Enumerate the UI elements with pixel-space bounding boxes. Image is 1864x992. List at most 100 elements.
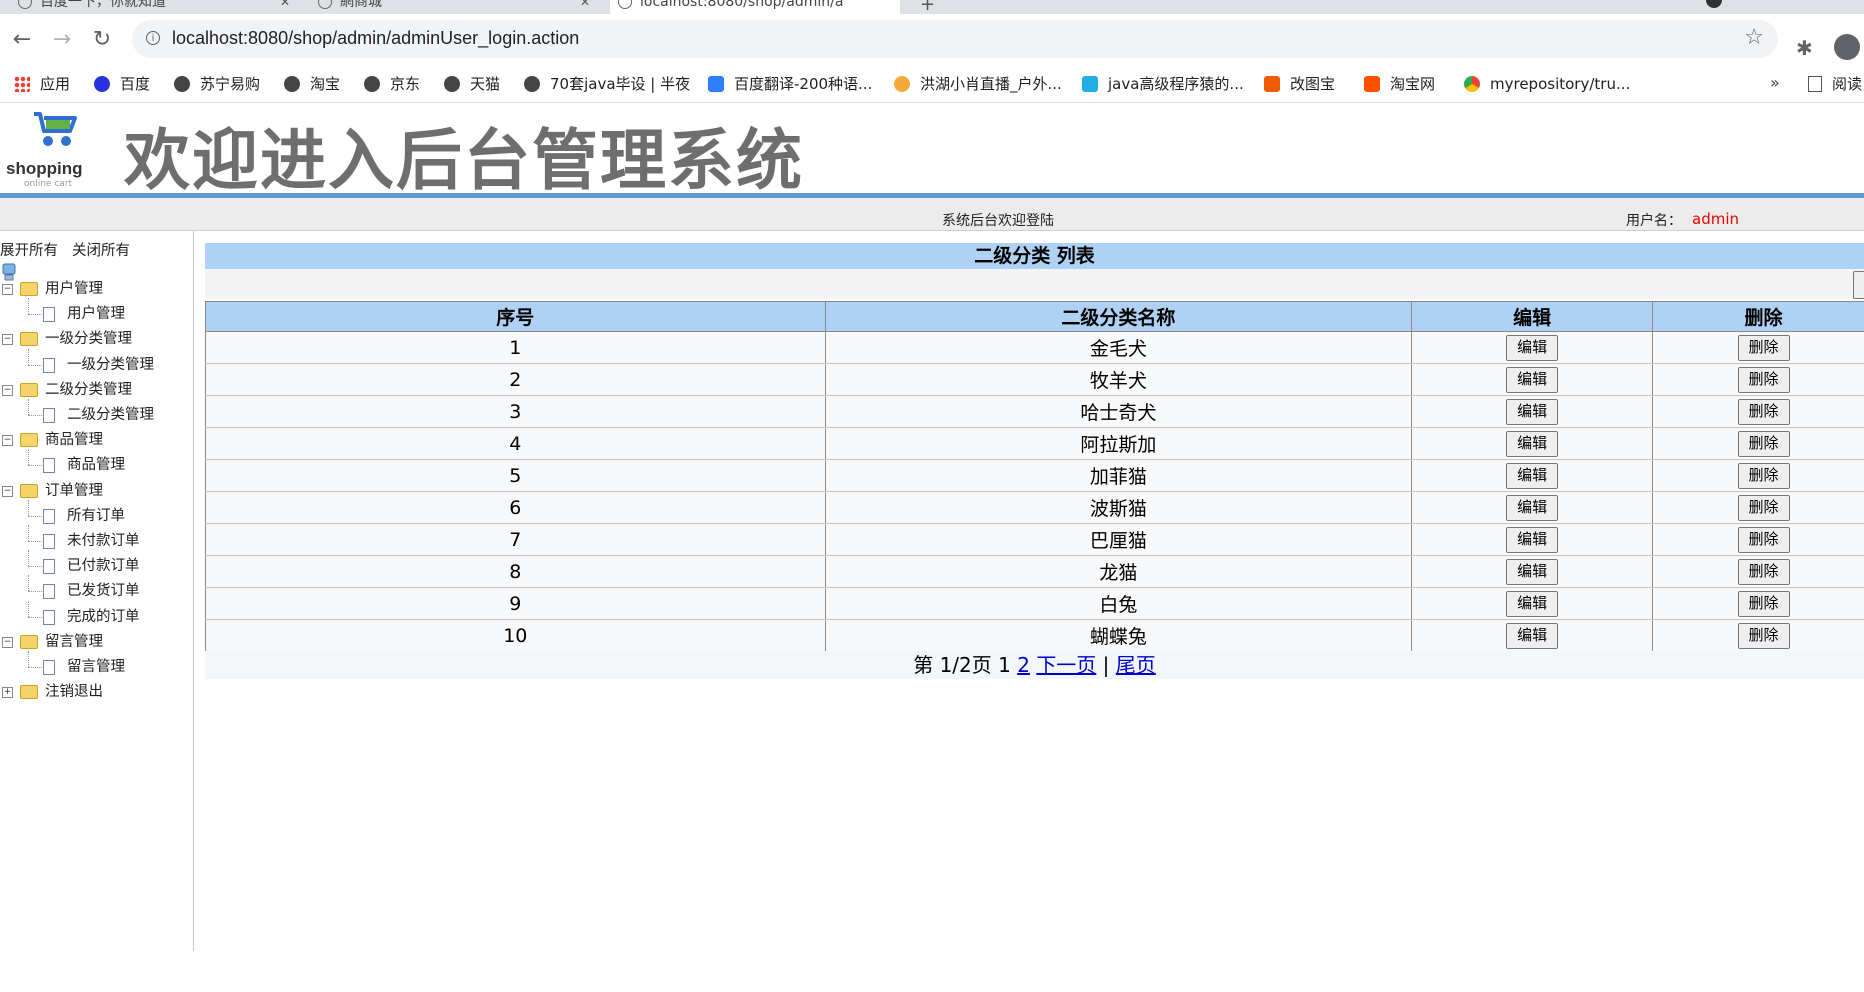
collapse-node-icon[interactable]: − bbox=[2, 384, 13, 396]
bookmark-bilibili[interactable]: java高级程序猿的... bbox=[1082, 66, 1244, 102]
page-info: 第 1/2页 bbox=[913, 653, 992, 677]
delete-button[interactable]: 删除 bbox=[1737, 366, 1790, 393]
bookmark-apps[interactable]: 应用 bbox=[14, 66, 70, 102]
bookmark-label: 洪湖小肖直播_户外... bbox=[920, 75, 1062, 93]
bookmark-java-projects[interactable]: 70套java毕设 | 半夜 bbox=[524, 66, 690, 102]
last-page-link[interactable]: 尾页 bbox=[1116, 653, 1156, 677]
bookmark-jd[interactable]: 京东 bbox=[364, 66, 420, 102]
folder-icon bbox=[20, 282, 38, 296]
add-button[interactable] bbox=[1853, 271, 1864, 299]
table-row: 10 蝴蝶兔 编辑 删除 bbox=[205, 619, 1864, 652]
url-text[interactable]: localhost:8080/shop/admin/adminUser_logi… bbox=[172, 28, 579, 49]
edit-button[interactable]: 编辑 bbox=[1506, 398, 1559, 425]
tree-leaf-label: 用户管理 bbox=[67, 306, 125, 323]
edit-button[interactable]: 编辑 bbox=[1506, 462, 1559, 489]
tree-node[interactable]: + 注销退出 bbox=[0, 682, 190, 702]
collapse-all-link[interactable]: 关闭所有 bbox=[72, 243, 130, 259]
bookmark-taobao-net[interactable]: 淘宝网 bbox=[1364, 66, 1435, 102]
tree-node[interactable]: − 商品管理 bbox=[0, 430, 190, 450]
bookmark-taobao[interactable]: 淘宝 bbox=[284, 66, 340, 102]
next-page-link[interactable]: 下一页 bbox=[1036, 653, 1096, 677]
extensions-puzzle-icon[interactable]: ✱ bbox=[1796, 36, 1813, 60]
browser-tab[interactable]: 百度一下，你就知道 ✕ bbox=[10, 0, 300, 14]
bookmark-star-icon[interactable]: ☆ bbox=[1744, 25, 1764, 50]
close-tab-icon[interactable]: ✕ bbox=[580, 0, 590, 14]
reading-list-button[interactable]: 阅读 bbox=[1808, 66, 1862, 102]
collapse-node-icon[interactable]: − bbox=[2, 435, 13, 447]
edit-button[interactable]: 编辑 bbox=[1506, 558, 1559, 585]
tree-leaf[interactable]: 一级分类管理 bbox=[0, 348, 190, 375]
pagination: 第 1/2页 1 2 下一页 | 尾页 bbox=[205, 651, 1864, 679]
more-bookmarks-chevron-icon[interactable]: » bbox=[1770, 66, 1780, 100]
bookmark-label: myrepository/tru... bbox=[1490, 75, 1631, 93]
tree-leaf[interactable]: 用户管理 bbox=[0, 298, 190, 324]
close-tab-icon[interactable]: ✕ bbox=[280, 0, 290, 14]
delete-button[interactable]: 删除 bbox=[1737, 334, 1790, 361]
tree-leaf[interactable]: 所有订单 bbox=[0, 499, 190, 526]
edit-button[interactable]: 编辑 bbox=[1506, 430, 1559, 457]
forward-arrow-icon[interactable]: → bbox=[48, 26, 76, 54]
delete-button[interactable]: 删除 bbox=[1737, 526, 1790, 553]
edit-button[interactable]: 编辑 bbox=[1506, 366, 1559, 393]
globe-favicon-icon bbox=[318, 0, 332, 9]
expand-all-link[interactable]: 展开所有 bbox=[0, 243, 58, 259]
tree-node[interactable]: − 订单管理 bbox=[0, 481, 190, 501]
tree-connector bbox=[28, 566, 42, 568]
browser-menu-dot-icon[interactable] bbox=[1706, 0, 1722, 8]
collapse-node-icon[interactable]: − bbox=[2, 636, 13, 648]
delete-button[interactable]: 删除 bbox=[1737, 622, 1790, 649]
edit-button[interactable]: 编辑 bbox=[1506, 494, 1559, 521]
back-arrow-icon[interactable]: ← bbox=[8, 26, 36, 54]
bookmark-tmall[interactable]: 天猫 bbox=[444, 66, 500, 102]
tree-leaf[interactable]: 完成的订单 bbox=[0, 600, 190, 627]
collapse-node-icon[interactable]: − bbox=[2, 485, 13, 497]
category-name: 巴厘猫 bbox=[824, 523, 1413, 556]
tree-leaf[interactable]: 留言管理 bbox=[0, 651, 190, 677]
delete-button[interactable]: 删除 bbox=[1737, 430, 1790, 457]
edit-button[interactable]: 编辑 bbox=[1506, 334, 1559, 361]
bookmark-baidu[interactable]: 百度 bbox=[94, 66, 150, 102]
bookmark-baidu-translate[interactable]: 百度翻译-200种语... bbox=[708, 66, 872, 102]
tree-node[interactable]: − 一级分类管理 bbox=[0, 329, 190, 349]
tree-leaf[interactable]: 未付款订单 bbox=[0, 525, 190, 551]
delete-button[interactable]: 删除 bbox=[1737, 398, 1790, 425]
folder-icon bbox=[20, 382, 38, 397]
edit-button[interactable]: 编辑 bbox=[1506, 526, 1559, 553]
browser-toolbar: ← → ↻ i localhost:8080/shop/admin/adminU… bbox=[0, 14, 1864, 66]
address-bar[interactable]: i localhost:8080/shop/admin/adminUser_lo… bbox=[132, 20, 1778, 58]
new-tab-icon[interactable]: + bbox=[920, 0, 935, 14]
reload-icon[interactable]: ↻ bbox=[88, 26, 116, 54]
tree-leaf-label: 未付款订单 bbox=[67, 533, 140, 549]
expand-node-icon[interactable]: + bbox=[2, 687, 13, 699]
edit-button[interactable]: 编辑 bbox=[1506, 622, 1559, 649]
edit-button[interactable]: 编辑 bbox=[1506, 590, 1559, 617]
row-number: 3 bbox=[205, 395, 826, 428]
tree-leaf[interactable]: 商品管理 bbox=[0, 449, 190, 475]
tree-node-label: 用户管理 bbox=[45, 281, 103, 297]
info-icon[interactable]: i bbox=[146, 31, 160, 45]
browser-tab-active[interactable]: localhost:8080/shop/admin/a bbox=[610, 0, 900, 14]
tree-node[interactable]: − 二级分类管理 bbox=[0, 380, 190, 400]
tree-leaf[interactable]: 二级分类管理 bbox=[0, 399, 190, 425]
collapse-node-icon[interactable]: − bbox=[2, 284, 13, 295]
browser-tab[interactable]: 網商城 ✕ bbox=[310, 0, 600, 14]
baidu-paw-icon bbox=[94, 76, 110, 92]
profile-avatar-icon[interactable] bbox=[1834, 34, 1860, 60]
page-2-link[interactable]: 2 bbox=[1017, 653, 1030, 677]
tree-node[interactable]: − 用户管理 bbox=[0, 279, 190, 299]
delete-button[interactable]: 删除 bbox=[1737, 494, 1790, 521]
bookmark-label: 淘宝网 bbox=[1390, 75, 1436, 93]
collapse-node-icon[interactable]: − bbox=[2, 334, 13, 346]
tree-leaf[interactable]: 已发货订单 bbox=[0, 575, 190, 601]
bookmark-douyu[interactable]: 洪湖小肖直播_户外... bbox=[894, 66, 1062, 102]
bookmark-gaitubao[interactable]: 改图宝 bbox=[1264, 66, 1335, 102]
bookmark-suning[interactable]: 苏宁易购 bbox=[174, 66, 260, 102]
tree-node[interactable]: − 留言管理 bbox=[0, 632, 190, 652]
delete-button[interactable]: 删除 bbox=[1737, 558, 1790, 585]
bookmark-myrepository[interactable]: myrepository/tru... bbox=[1464, 66, 1630, 102]
delete-button[interactable]: 删除 bbox=[1737, 590, 1790, 617]
site-banner: shopping online cart 欢迎进入后台管理系统 bbox=[0, 103, 1864, 199]
folder-icon bbox=[20, 634, 38, 649]
delete-button[interactable]: 删除 bbox=[1737, 462, 1790, 489]
tree-leaf[interactable]: 已付款订单 bbox=[0, 550, 190, 576]
